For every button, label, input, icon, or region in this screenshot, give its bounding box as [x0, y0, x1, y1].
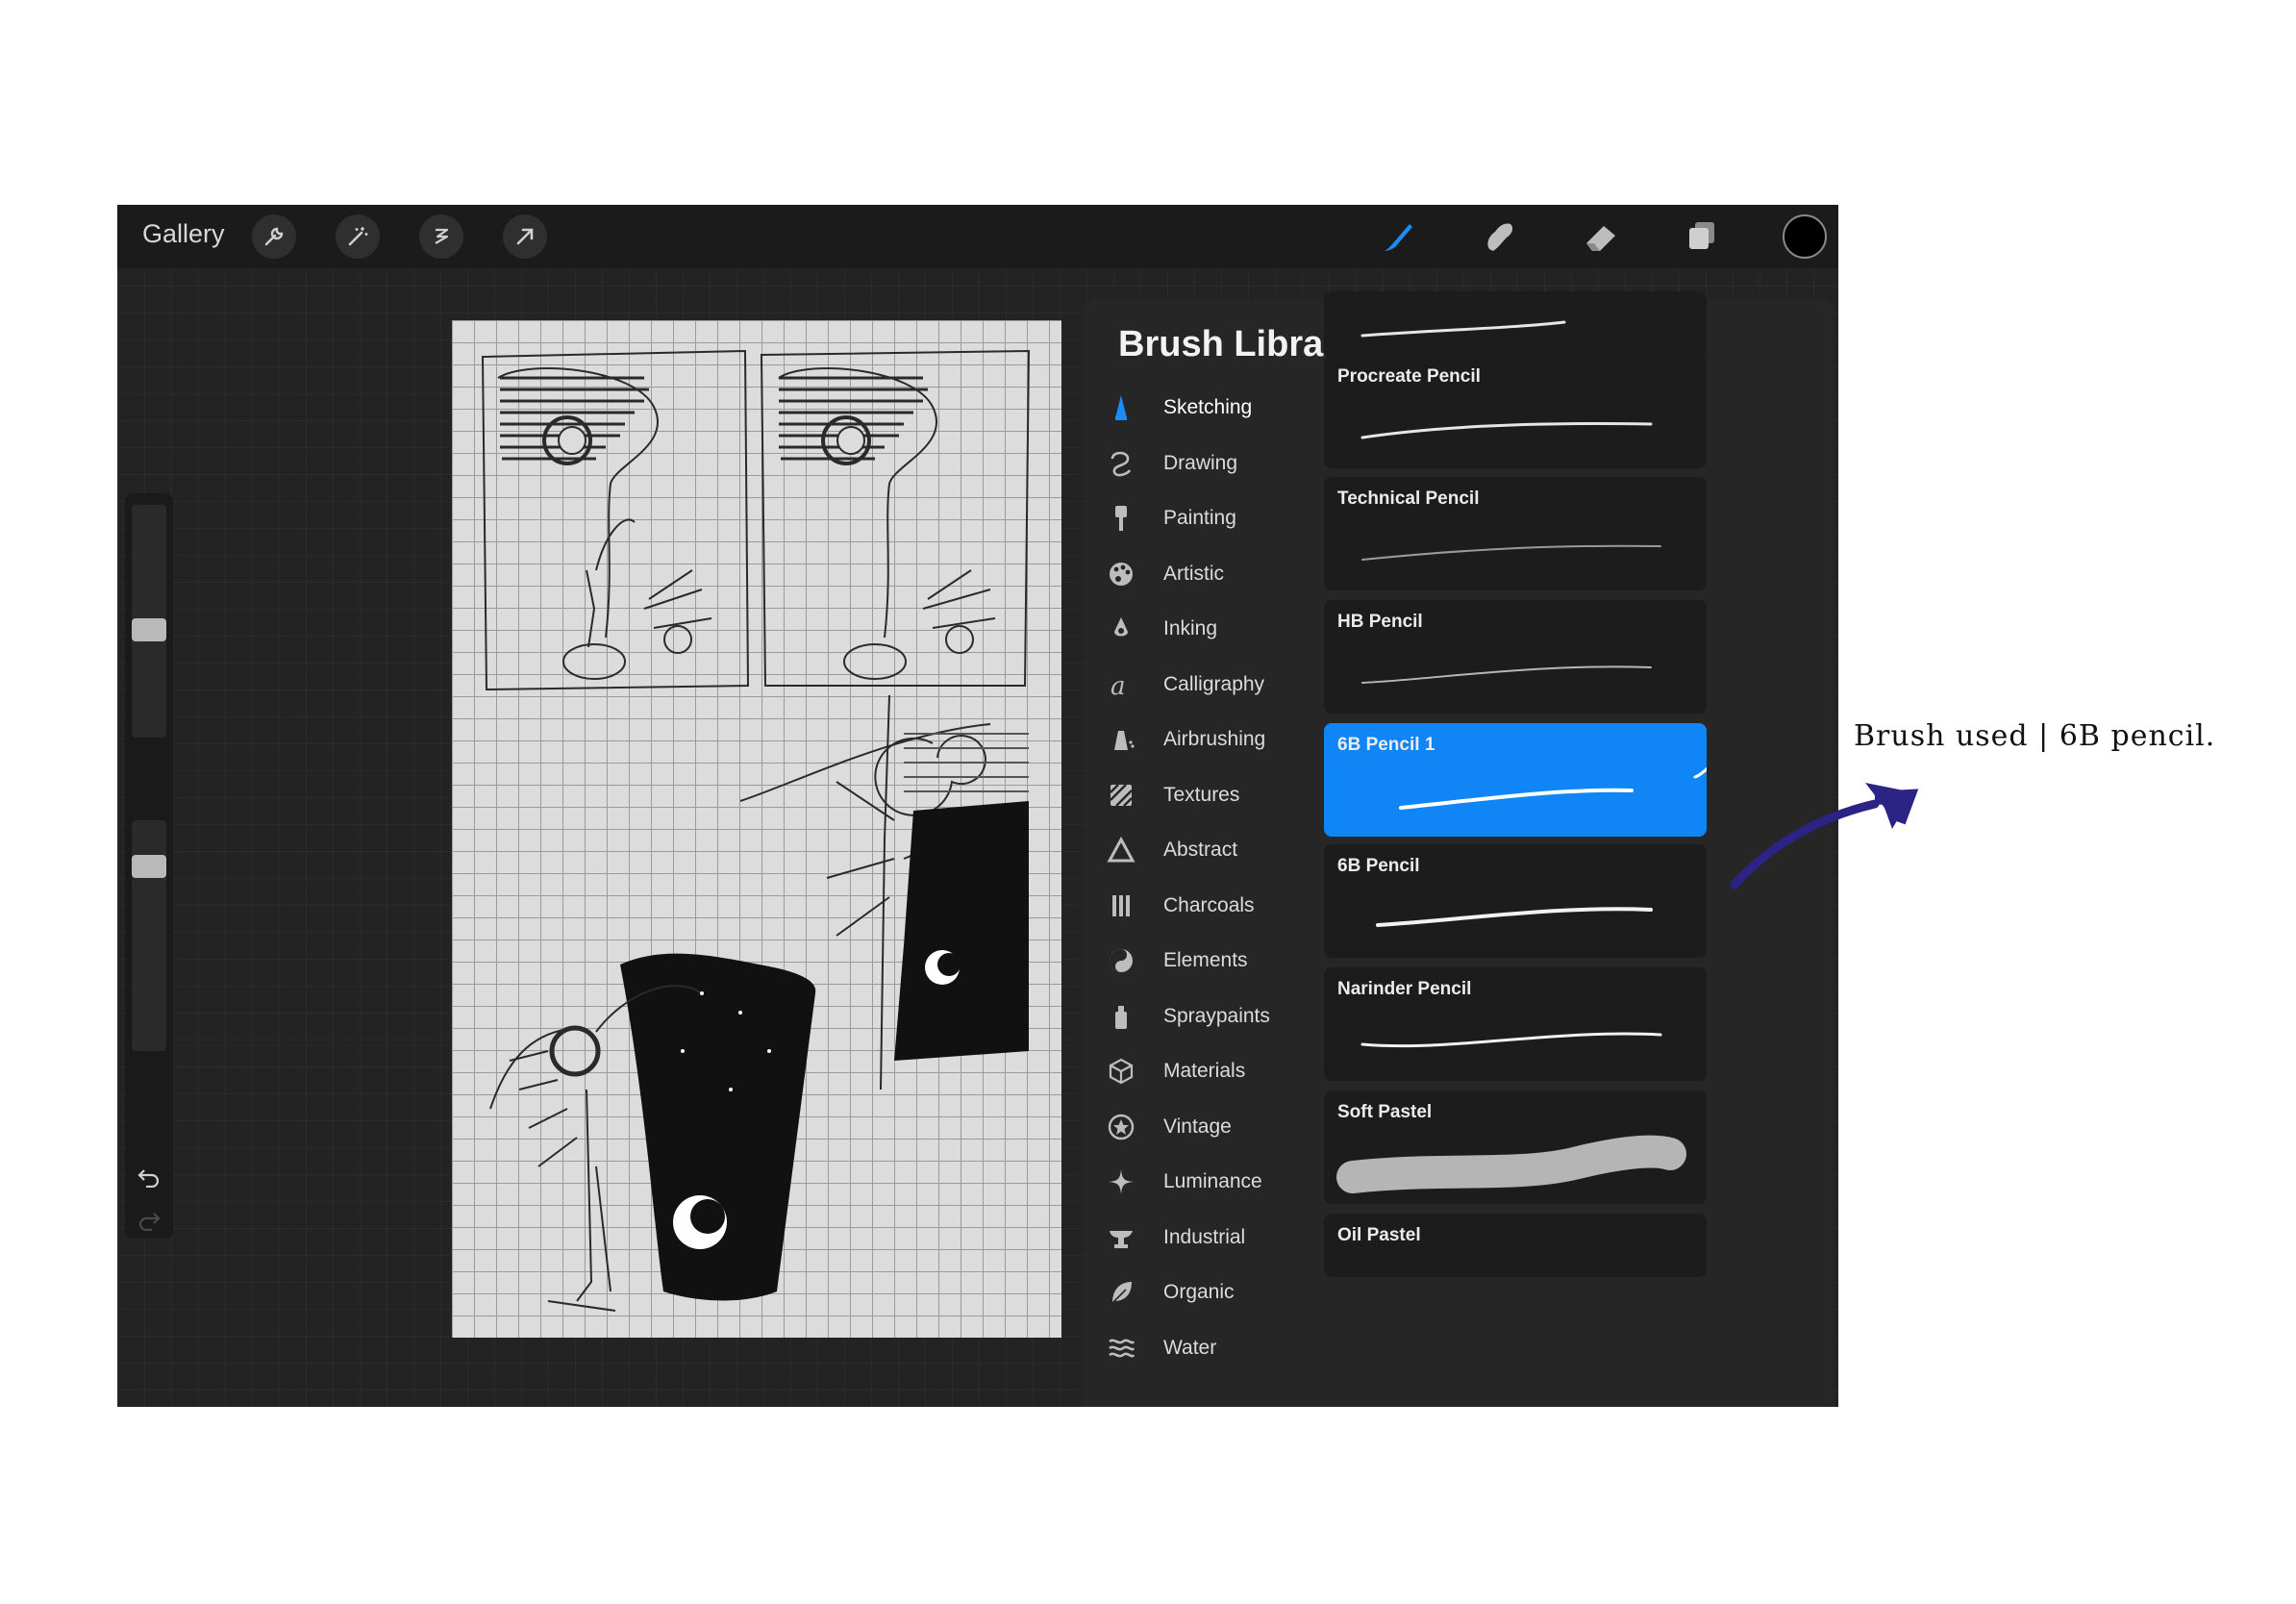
category-label: Sketching — [1163, 396, 1253, 418]
layers-icon[interactable] — [1680, 214, 1724, 259]
category-drawing[interactable]: Drawing — [1107, 438, 1309, 491]
category-label: Airbrushing — [1163, 728, 1266, 750]
star-badge-icon — [1108, 1114, 1135, 1140]
redo-icon[interactable] — [137, 1210, 162, 1236]
sketch-artwork — [481, 349, 1031, 1312]
category-artistic[interactable]: Artistic — [1107, 548, 1309, 602]
brush-item[interactable]: Oil Pastel — [1324, 1214, 1707, 1277]
category-abstract[interactable]: Abstract — [1107, 824, 1309, 878]
eraser-icon[interactable] — [1579, 214, 1623, 259]
category-label: Water — [1163, 1336, 1217, 1359]
stroke-preview — [1399, 788, 1634, 810]
category-label: Spraypaints — [1163, 1004, 1270, 1027]
stroke-preview — [1361, 665, 1652, 684]
category-label: Abstract — [1163, 839, 1238, 861]
undo-icon[interactable] — [137, 1166, 162, 1192]
category-label: Vintage — [1163, 1115, 1232, 1138]
stroke-preview — [1336, 1135, 1686, 1193]
pencil-tip-icon — [1115, 395, 1127, 420]
category-luminance[interactable]: Luminance — [1107, 1156, 1309, 1210]
brush-size-thumb[interactable] — [132, 618, 166, 641]
brush-item[interactable]: 6B Pencil — [1324, 844, 1707, 958]
category-label: Drawing — [1163, 451, 1238, 474]
category-label: Painting — [1163, 507, 1236, 529]
sparkle-icon — [1109, 1169, 1134, 1194]
procreate-app: Gallery Brush Library Sketching Drawing … — [117, 205, 1838, 1407]
stroke-preview — [1360, 422, 1653, 439]
category-sketching[interactable]: Sketching — [1107, 382, 1309, 436]
leaf-icon — [1111, 1282, 1132, 1304]
category-label: Materials — [1163, 1060, 1246, 1082]
category-label: Organic — [1163, 1281, 1235, 1303]
charcoal-icon — [1112, 894, 1130, 916]
brush-library-title: Brush Library — [1118, 324, 1359, 364]
annotation-text: Brush used | 6B pencil. — [1854, 719, 2216, 753]
airbrush-icon — [1114, 731, 1135, 750]
spray-can-icon — [1115, 1005, 1127, 1029]
stroke-preview — [1360, 1032, 1662, 1048]
selection-icon[interactable] — [419, 214, 463, 259]
brush-item[interactable]: 6B Pencil 1 — [1324, 723, 1707, 837]
paint-brush-icon — [1115, 506, 1127, 531]
brush-item[interactable]: Technical Pencil — [1324, 477, 1707, 590]
left-sidebar — [125, 493, 173, 1239]
squiggle-icon — [1111, 451, 1132, 476]
stroke-preview — [1376, 907, 1653, 927]
category-label: Charcoals — [1163, 893, 1255, 916]
category-airbrushing[interactable]: Airbrushing — [1107, 714, 1309, 767]
wrench-icon[interactable] — [252, 214, 296, 259]
brush-library-panel: Brush Library Sketching Drawing Painting Ar… — [1084, 291, 1834, 1407]
category-industrial[interactable]: Industrial — [1107, 1212, 1309, 1266]
drawing-canvas[interactable] — [452, 320, 1061, 1338]
category-charcoals[interactable]: Charcoals — [1107, 880, 1309, 934]
yin-yang-icon — [1110, 949, 1133, 972]
category-textures[interactable]: Textures — [1107, 769, 1309, 823]
palette-icon — [1110, 562, 1133, 586]
gallery-button[interactable]: Gallery — [142, 219, 225, 249]
category-label: Textures — [1163, 783, 1240, 806]
brush-item[interactable]: Procreate Pencil — [1324, 355, 1707, 468]
category-organic[interactable]: Organic — [1107, 1266, 1309, 1320]
brush-item[interactable] — [1324, 291, 1707, 359]
transform-arrow-icon[interactable] — [503, 214, 547, 259]
category-elements[interactable]: Elements — [1107, 935, 1309, 989]
texture-icon — [1110, 783, 1133, 807]
waves-icon — [1109, 1339, 1136, 1357]
category-label: Elements — [1163, 949, 1248, 971]
cube-icon — [1109, 1058, 1134, 1085]
annotation-arrow-icon — [1731, 783, 1919, 890]
category-label: Industrial — [1163, 1225, 1246, 1248]
brush-item[interactable]: Narinder Pencil — [1324, 967, 1707, 1081]
anvil-icon — [1110, 1230, 1133, 1248]
color-swatch[interactable] — [1783, 214, 1827, 259]
smudge-icon[interactable] — [1478, 214, 1522, 259]
category-painting[interactable]: Painting — [1107, 492, 1309, 546]
category-inking[interactable]: Inking — [1107, 603, 1309, 657]
category-water[interactable]: Water — [1107, 1322, 1309, 1376]
stroke-preview — [1324, 1242, 1707, 1277]
category-label: Luminance — [1163, 1170, 1262, 1192]
svg-text:a: a — [1111, 672, 1126, 699]
category-label: Artistic — [1163, 562, 1224, 585]
category-materials[interactable]: Materials — [1107, 1045, 1309, 1099]
brush-icon[interactable] — [1377, 214, 1421, 259]
category-spraypaints[interactable]: Spraypaints — [1107, 990, 1309, 1044]
brush-item[interactable]: Soft Pastel — [1324, 1090, 1707, 1204]
brush-item[interactable]: HB Pencil — [1324, 600, 1707, 714]
category-label: Calligraphy — [1163, 672, 1265, 695]
top-toolbar: Gallery — [117, 205, 1838, 268]
opacity-slider[interactable] — [132, 820, 166, 1051]
category-calligraphy[interactable]: a Calligraphy — [1107, 659, 1309, 713]
triangle-icon — [1107, 836, 1136, 863]
brush-size-slider[interactable] — [132, 505, 166, 738]
category-vintage[interactable]: Vintage — [1107, 1101, 1309, 1155]
category-label: Inking — [1163, 617, 1218, 639]
ink-drop-icon — [1114, 617, 1128, 637]
opacity-thumb[interactable] — [132, 855, 166, 878]
stroke-preview — [1360, 320, 1566, 338]
stroke-preview — [1361, 544, 1661, 561]
magic-wand-icon[interactable] — [336, 214, 380, 259]
calligraphy-icon: a — [1111, 672, 1126, 699]
